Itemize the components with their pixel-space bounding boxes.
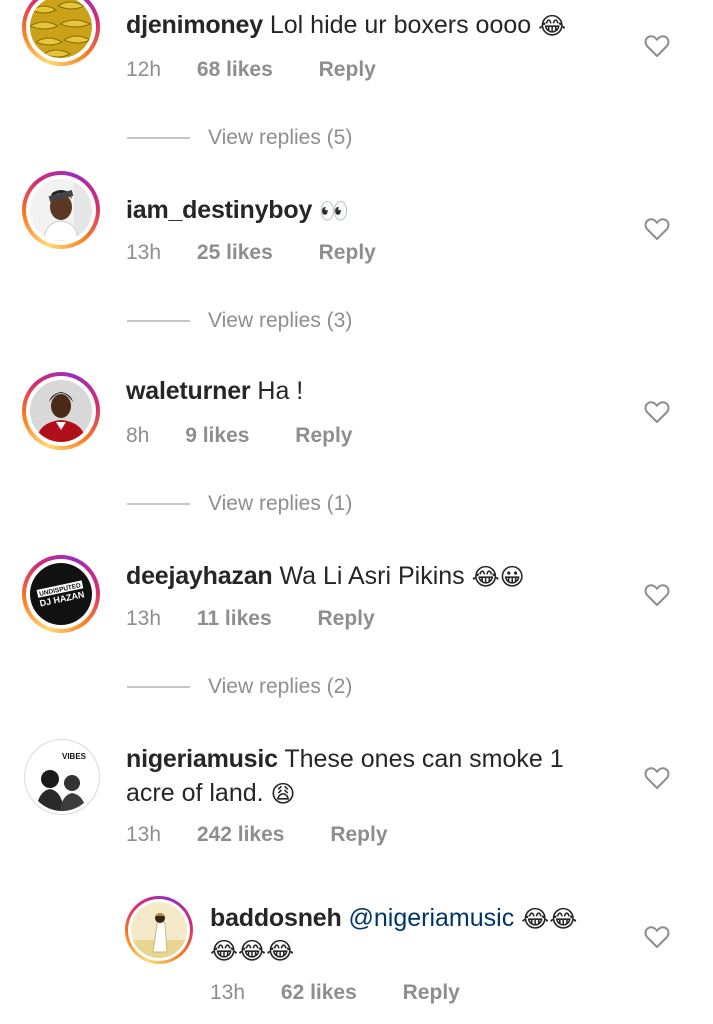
comment-meta: 12h 68 likes Reply xyxy=(126,56,376,84)
reply-button[interactable]: Reply xyxy=(330,821,387,849)
timestamp: 13h xyxy=(210,981,246,1004)
heart-icon[interactable] xyxy=(644,766,670,790)
avatar[interactable] xyxy=(22,372,100,450)
likes-count[interactable]: 68 likes xyxy=(197,56,273,84)
view-replies-label[interactable]: View replies (2) xyxy=(208,673,352,701)
comment-body: Wa Li Asri Pikins xyxy=(279,562,465,590)
timestamp: 13h xyxy=(126,241,162,264)
username[interactable]: waleturner xyxy=(126,377,251,405)
likes-count[interactable]: 11 likes xyxy=(197,605,272,633)
comment-meta: 13h 62 likes Reply xyxy=(210,979,460,1007)
heart-icon[interactable] xyxy=(644,583,670,607)
username[interactable]: deejayhazan xyxy=(126,562,273,590)
timestamp: 8h xyxy=(126,424,150,447)
laughing-emoji-icon: 😂😂 xyxy=(521,905,578,933)
reply-button[interactable]: Reply xyxy=(403,979,460,1007)
timestamp: 13h xyxy=(126,607,162,630)
view-replies-label[interactable]: View replies (3) xyxy=(208,307,352,335)
comment-meta: 13h 25 likes Reply xyxy=(126,239,376,267)
comment-body: These ones can smoke 1 xyxy=(284,745,564,773)
avatar[interactable] xyxy=(125,896,193,964)
comment-text: baddosneh @nigeriamusic 😂😂 xyxy=(210,901,577,936)
heart-icon[interactable] xyxy=(644,400,670,424)
avatar[interactable] xyxy=(22,171,100,249)
comment-body: acre of land. xyxy=(126,779,264,807)
timestamp: 12h xyxy=(126,58,162,81)
likes-count[interactable]: 25 likes xyxy=(197,239,273,267)
comment-meta: 8h 9 likes Reply xyxy=(126,422,352,450)
comment-text-line2: 😂😂😂 xyxy=(210,933,294,968)
avatar[interactable]: VIBES xyxy=(24,739,100,815)
laughing-smiling-emoji-icon: 😂😀 xyxy=(471,563,525,591)
heart-icon[interactable] xyxy=(644,925,670,949)
heart-icon[interactable] xyxy=(644,34,670,58)
divider xyxy=(127,320,190,322)
username[interactable]: baddosneh xyxy=(210,904,342,932)
comment-text-line2: acre of land. 😩 xyxy=(126,776,296,811)
avatar[interactable]: UNDISPUTED DJ HAZAN xyxy=(22,555,100,633)
comments-page: djenimoney Lol hide ur boxers oooo 😂 12h… xyxy=(0,0,713,1024)
likes-count[interactable]: 62 likes xyxy=(281,979,357,1007)
heart-icon[interactable] xyxy=(644,217,670,241)
eyes-emoji-icon: 👀 xyxy=(319,197,349,225)
likes-count[interactable]: 242 likes xyxy=(197,821,285,849)
avatar[interactable] xyxy=(22,0,100,66)
laughing-emoji-icon: 😂😂😂 xyxy=(210,937,295,965)
view-replies-label[interactable]: View replies (1) xyxy=(208,490,352,518)
comment-text: iam_destinyboy 👀 xyxy=(126,193,349,228)
comment-body: Ha ! xyxy=(257,377,304,405)
reply-button[interactable]: Reply xyxy=(295,422,352,450)
comment-body: Lol hide ur boxers oooo xyxy=(269,11,532,39)
comment-meta: 13h 242 likes Reply xyxy=(126,821,388,849)
username[interactable]: nigeriamusic xyxy=(126,745,278,773)
username[interactable]: iam_destinyboy xyxy=(126,196,312,224)
reply-button[interactable]: Reply xyxy=(319,239,376,267)
comment-text: deejayhazan Wa Li Asri Pikins 😂😀 xyxy=(126,559,525,594)
likes-count[interactable]: 9 likes xyxy=(185,422,249,450)
reply-button[interactable]: Reply xyxy=(317,605,374,633)
comment-text: waleturner Ha ! xyxy=(126,374,303,408)
divider xyxy=(127,503,190,505)
reply-button[interactable]: Reply xyxy=(319,56,376,84)
divider xyxy=(127,137,190,139)
comment-meta: 13h 11 likes Reply xyxy=(126,605,375,633)
view-replies-label[interactable]: View replies (5) xyxy=(208,124,352,152)
timestamp: 13h xyxy=(126,823,162,846)
laughing-emoji-icon: 😂 xyxy=(538,12,567,40)
divider xyxy=(127,686,190,688)
weary-emoji-icon: 😩 xyxy=(270,780,296,808)
mention-link[interactable]: @nigeriamusic xyxy=(349,904,515,932)
comment-text: nigeriamusic These ones can smoke 1 xyxy=(126,742,564,776)
username[interactable]: djenimoney xyxy=(126,11,263,39)
comment-text: djenimoney Lol hide ur boxers oooo 😂 xyxy=(126,8,566,43)
avatar-logo-text: VIBES xyxy=(62,752,87,761)
